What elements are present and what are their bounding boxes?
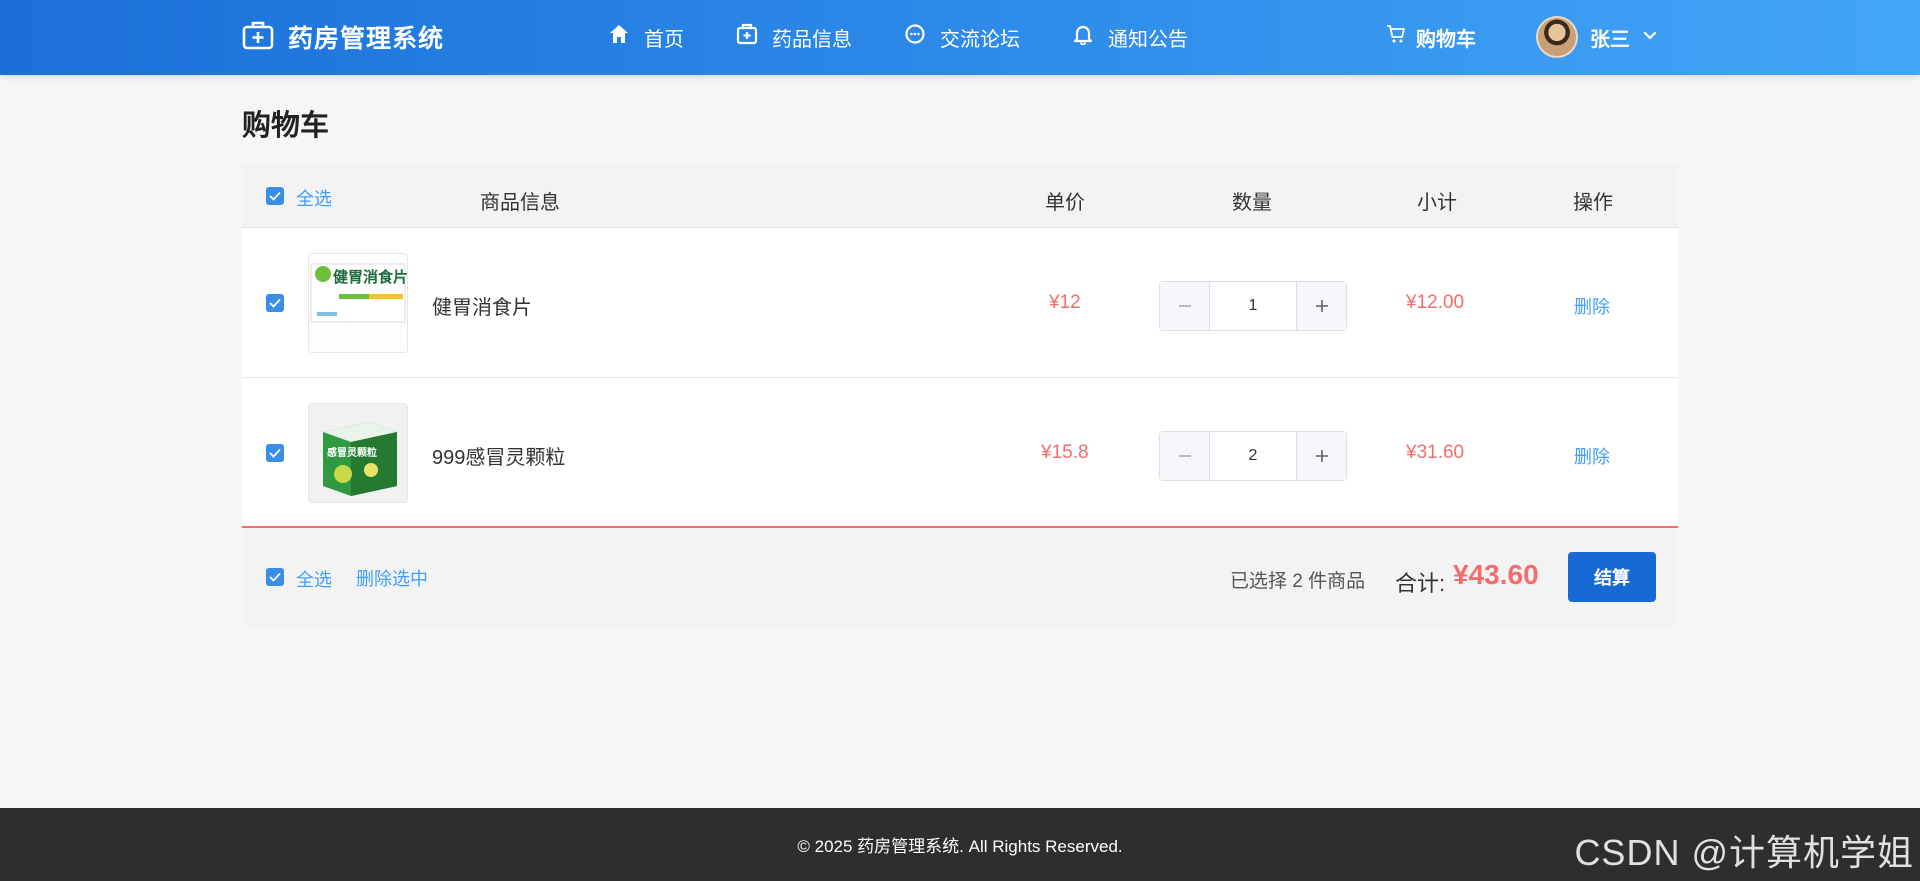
nav-label: 通知公告 xyxy=(1108,28,1188,51)
plus-icon xyxy=(1315,300,1328,312)
chat-icon xyxy=(904,23,926,51)
select-all-checkbox-bottom[interactable] xyxy=(266,568,284,586)
select-all-label-bottom[interactable]: 全选 xyxy=(296,566,332,592)
user-name: 张三 xyxy=(1590,28,1630,51)
cart-icon xyxy=(1386,24,1406,50)
minus-icon xyxy=(1178,455,1191,457)
page-title: 购物车 xyxy=(242,110,330,142)
copyright-text: © 2025 药房管理系统. All Rights Reserved. xyxy=(797,837,1123,856)
check-icon xyxy=(269,572,281,582)
bell-icon xyxy=(1072,23,1094,51)
subtotal: ¥31.60 xyxy=(1406,442,1465,463)
chevron-down-icon xyxy=(1642,26,1658,49)
column-header-subtotal: 小计 xyxy=(1417,192,1457,214)
row-checkbox[interactable] xyxy=(266,294,284,312)
table-header: 全选 商品信息 单价 数量 小计 操作 xyxy=(242,164,1678,228)
delete-button[interactable]: 删除 xyxy=(1574,293,1610,319)
unit-price: ¥15.8 xyxy=(1041,442,1089,463)
top-navbar: 药房管理系统 首页 药品信息 交流论坛 通知公告 购物车 张三 xyxy=(0,0,1920,75)
brand-title: 药房管理系统 xyxy=(288,25,445,53)
decrease-button[interactable] xyxy=(1160,432,1210,480)
total-value: ¥43.60 xyxy=(1453,559,1539,590)
increase-button[interactable] xyxy=(1296,432,1346,480)
table-row: 感冒灵颗粒 999感冒灵颗粒 ¥15.8 2 ¥31.60 删除 xyxy=(242,378,1678,528)
user-menu[interactable]: 张三 xyxy=(1536,15,1658,59)
product-image[interactable]: 感冒灵颗粒 xyxy=(308,403,408,503)
cart-label: 购物车 xyxy=(1416,28,1476,51)
home-icon xyxy=(608,23,630,51)
nav-item-forum[interactable]: 交流论坛 xyxy=(904,23,1020,52)
delete-selected-button[interactable]: 删除选中 xyxy=(356,565,428,591)
quantity-stepper: 1 xyxy=(1159,281,1347,331)
cart-link[interactable]: 购物车 xyxy=(1386,18,1476,56)
quantity-value[interactable]: 1 xyxy=(1210,282,1296,330)
minus-icon xyxy=(1178,305,1191,307)
product-name[interactable]: 999感冒灵颗粒 xyxy=(432,441,565,470)
column-header-product: 商品信息 xyxy=(480,192,560,214)
nav-label: 药品信息 xyxy=(772,28,852,51)
cart-summary: 全选 删除选中 已选择 2 件商品 合计: ¥43.60 结算 xyxy=(242,528,1678,626)
avatar[interactable] xyxy=(1536,16,1578,58)
medicine-box-icon xyxy=(736,23,758,51)
plus-icon xyxy=(1315,450,1328,462)
quantity-stepper: 2 xyxy=(1159,431,1347,481)
product-image[interactable]: 健胃消食片 xyxy=(308,253,408,353)
table-row: 健胃消食片 健胃消食片 ¥12 1 ¥12.00 删除 xyxy=(242,228,1678,378)
column-header-quantity: 数量 xyxy=(1232,192,1272,214)
product-image-label: 健胃消食片 xyxy=(333,268,408,286)
unit-price: ¥12 xyxy=(1049,292,1081,313)
column-header-unit-price: 单价 xyxy=(1045,192,1085,214)
product-image-graphic: 感冒灵颗粒 xyxy=(309,404,407,502)
nav-label: 交流论坛 xyxy=(940,28,1020,51)
check-icon xyxy=(269,191,281,201)
main-nav: 首页 药品信息 交流论坛 通知公告 xyxy=(608,18,1240,56)
product-image-label: 感冒灵颗粒 xyxy=(327,446,377,459)
nav-label: 首页 xyxy=(644,28,684,51)
nav-item-notices[interactable]: 通知公告 xyxy=(1072,23,1188,52)
checkout-button[interactable]: 结算 xyxy=(1568,552,1656,602)
product-image-graphic: 健胃消食片 xyxy=(309,254,408,352)
select-all-label[interactable]: 全选 xyxy=(296,185,332,211)
column-header-action: 操作 xyxy=(1573,192,1613,214)
delete-button[interactable]: 删除 xyxy=(1574,443,1610,469)
cart-table: 全选 商品信息 单价 数量 小计 操作 健胃消食片 健胃消食片 ¥12 1 ¥1… xyxy=(242,164,1678,626)
nav-item-medicine-info[interactable]: 药品信息 xyxy=(736,23,852,52)
quantity-value[interactable]: 2 xyxy=(1210,432,1296,480)
medicine-box-icon xyxy=(242,20,274,55)
brand[interactable]: 药房管理系统 xyxy=(242,18,444,56)
select-all-checkbox[interactable] xyxy=(266,187,284,205)
decrease-button[interactable] xyxy=(1160,282,1210,330)
watermark: CSDN @计算机学姐 xyxy=(1574,832,1914,873)
check-icon xyxy=(269,298,281,308)
product-name[interactable]: 健胃消食片 xyxy=(432,291,532,320)
increase-button[interactable] xyxy=(1296,282,1346,330)
selected-count: 已选择 2 件商品 xyxy=(1230,571,1366,592)
nav-item-home[interactable]: 首页 xyxy=(608,23,684,52)
total-label: 合计: xyxy=(1395,571,1446,596)
subtotal: ¥12.00 xyxy=(1406,292,1465,313)
check-icon xyxy=(269,448,281,458)
row-checkbox[interactable] xyxy=(266,444,284,462)
